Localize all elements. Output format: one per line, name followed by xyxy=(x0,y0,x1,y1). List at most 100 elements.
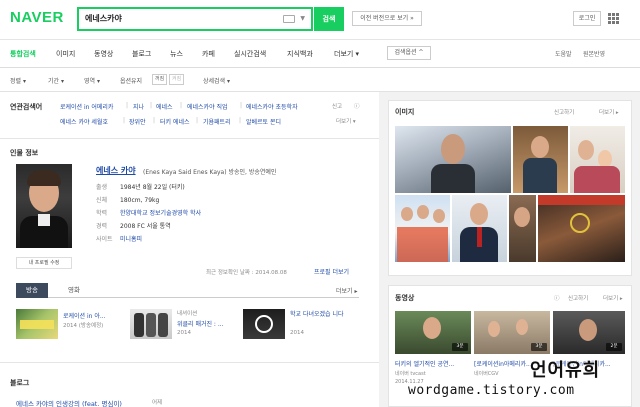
videos-report-link[interactable]: 신고하기 xyxy=(568,294,588,302)
separator: | xyxy=(196,117,199,124)
image-result[interactable] xyxy=(452,195,507,262)
watermark-korean: 언어유희 xyxy=(530,360,601,381)
tab-images[interactable]: 이미지 xyxy=(56,49,75,59)
info-row-body: 신체 180cm, 79kg xyxy=(96,195,159,204)
info-row-education: 학력 한양대학교 정보기술경영학 학사 xyxy=(96,208,201,217)
tab-broadcast[interactable]: 방송 xyxy=(16,283,48,298)
separator: | xyxy=(239,117,242,124)
tab-cafe[interactable]: 카페 xyxy=(202,49,215,59)
work-meta: 2014 (방송예정) xyxy=(63,323,104,329)
tab-knowledge[interactable]: 지식백과 xyxy=(287,49,313,59)
apps-grid-icon[interactable] xyxy=(608,13,619,24)
related-item[interactable]: 지나 xyxy=(133,102,144,111)
related-label: 연관검색어 xyxy=(10,103,43,111)
info-icon[interactable]: ⓘ xyxy=(354,102,360,110)
thumb-face xyxy=(417,205,429,219)
tab-more[interactable]: 더보기 ▾ xyxy=(334,49,359,59)
thumb-body xyxy=(574,166,620,193)
related-item[interactable]: 알베르토 몬디 xyxy=(246,117,281,126)
tab-movie[interactable]: 영화 xyxy=(60,283,88,298)
tab-videos[interactable]: 동영상 xyxy=(94,49,113,59)
tab-all[interactable]: 통합검색 xyxy=(10,49,36,59)
work-channel: 내셔이션 xyxy=(177,311,198,317)
related-item[interactable]: 터키 에네스 xyxy=(160,117,190,126)
work-thumbnail[interactable] xyxy=(130,309,172,339)
separator: | xyxy=(123,117,126,124)
image-result[interactable] xyxy=(395,195,450,262)
person-name-link[interactable]: 에네스 카야 xyxy=(96,165,136,176)
image-result[interactable] xyxy=(395,126,511,193)
works-more-link[interactable]: 더보기 ▸ xyxy=(336,286,357,295)
option-toggle-off[interactable]: 꺼짐 xyxy=(152,74,168,85)
search-box[interactable]: 에네스카야 ▼ xyxy=(77,7,313,31)
videos-more-link[interactable]: 더보기 ▸ xyxy=(603,294,623,302)
thumb-tie xyxy=(477,227,482,247)
related-item[interactable]: 로케이션 in 어메리카 xyxy=(60,102,113,111)
separator: | xyxy=(150,102,153,109)
tab-realtime[interactable]: 실시간검색 xyxy=(234,49,266,59)
info-value: 180cm, 79kg xyxy=(120,197,160,204)
report-link[interactable]: 원본반영 xyxy=(583,49,605,58)
thumb-face xyxy=(423,317,441,339)
related-item[interactable]: 기욤패트리 xyxy=(203,117,231,126)
thumb-face xyxy=(514,207,530,227)
help-link[interactable]: 도움말 xyxy=(555,49,572,58)
separator: | xyxy=(180,102,183,109)
search-button[interactable]: 검색 xyxy=(314,7,344,31)
video-thumbnail[interactable]: 3분 xyxy=(395,311,471,354)
login-button[interactable]: 로그인 xyxy=(573,11,601,26)
divider xyxy=(0,138,379,139)
work-thumbnail[interactable] xyxy=(16,309,58,339)
photo-collar xyxy=(38,214,50,226)
image-result[interactable] xyxy=(570,126,625,193)
sort-dropdown[interactable]: 정렬 ▾ xyxy=(10,76,26,85)
chevron-down-icon[interactable]: ▼ xyxy=(300,15,305,22)
video-title-link[interactable]: 터키의 엘기적인 공연... xyxy=(395,359,471,368)
edit-profile-button[interactable]: 내 프로필 수정 xyxy=(16,257,72,269)
work-thumbnail[interactable] xyxy=(243,309,285,339)
area-dropdown[interactable]: 영역 ▾ xyxy=(84,76,100,85)
related-item[interactable]: 에네스카야 초등학자 xyxy=(246,102,298,111)
images-report-link[interactable]: 신고하기 xyxy=(554,108,574,116)
option-toggle-on[interactable]: 켜짐 xyxy=(169,74,185,85)
blog-post-link[interactable]: 에네스 카야의 인생강의 (feat. 명심이) xyxy=(16,398,122,407)
related-item[interactable]: 에네스카야 직업 xyxy=(187,102,228,111)
work-title-link[interactable]: 위클리 매거진 : ... xyxy=(177,319,224,328)
person-section-title: 인물 정보 xyxy=(10,149,39,157)
thumb-face xyxy=(516,319,528,335)
education-link[interactable]: 한양대학교 정보기술경영학 학사 xyxy=(120,210,201,217)
image-result[interactable] xyxy=(513,126,568,193)
video-thumbnail[interactable]: 2분 xyxy=(553,311,625,354)
period-dropdown[interactable]: 기간 ▾ xyxy=(48,76,64,85)
video-thumbnail[interactable]: 3분 xyxy=(474,311,550,354)
report-link[interactable]: 신고 xyxy=(332,102,342,110)
tab-blog[interactable]: 블로그 xyxy=(132,49,151,59)
person-photo[interactable] xyxy=(16,164,72,248)
work-title-link[interactable]: 로케이션 in 아... xyxy=(63,311,106,320)
naver-logo[interactable]: NAVER xyxy=(10,9,64,26)
keyboard-icon[interactable] xyxy=(283,15,295,23)
profile-more-link[interactable]: 프로필 더보기 xyxy=(314,267,349,276)
videos-title: 동영상 xyxy=(395,294,415,302)
minihompy-link[interactable]: 미니홈피 xyxy=(120,236,142,243)
related-more-button[interactable]: 더보기 ▾ xyxy=(336,117,356,125)
thumb-body xyxy=(523,158,557,193)
info-icon[interactable]: ⓘ xyxy=(554,294,560,302)
works-tabs: 방송 영화 더보기 ▸ xyxy=(16,283,359,298)
main-results xyxy=(0,92,379,407)
related-item[interactable]: 에네스 카야 세월호 xyxy=(60,117,108,126)
search-options-button[interactable]: 검색옵션 ^ xyxy=(387,46,431,60)
person-name-sub: (Enes Kaya Said Enes Kaya) 방송인, 방송연예인 xyxy=(143,169,277,176)
related-item[interactable]: 에네스 xyxy=(156,102,173,111)
detail-search-dropdown[interactable]: 상세검색 ▾ xyxy=(203,76,230,85)
category-tabs: 통합검색 이미지 동영상 블로그 뉴스 카페 실시간검색 지식백과 더보기 ▾ … xyxy=(0,40,640,68)
images-more-link[interactable]: 더보기 ▸ xyxy=(599,108,619,116)
image-result[interactable] xyxy=(538,195,625,262)
tab-news[interactable]: 뉴스 xyxy=(170,49,183,59)
work-title-link[interactable]: 학교 다녀오겠습 니다 xyxy=(290,309,344,318)
search-input[interactable]: 에네스카야 xyxy=(85,13,275,24)
prev-version-button[interactable]: 이전 버전으로 보기 » xyxy=(352,11,422,26)
thumb-figure xyxy=(146,313,156,337)
related-item[interactable]: 장위안 xyxy=(129,117,146,126)
image-result[interactable] xyxy=(509,195,536,262)
